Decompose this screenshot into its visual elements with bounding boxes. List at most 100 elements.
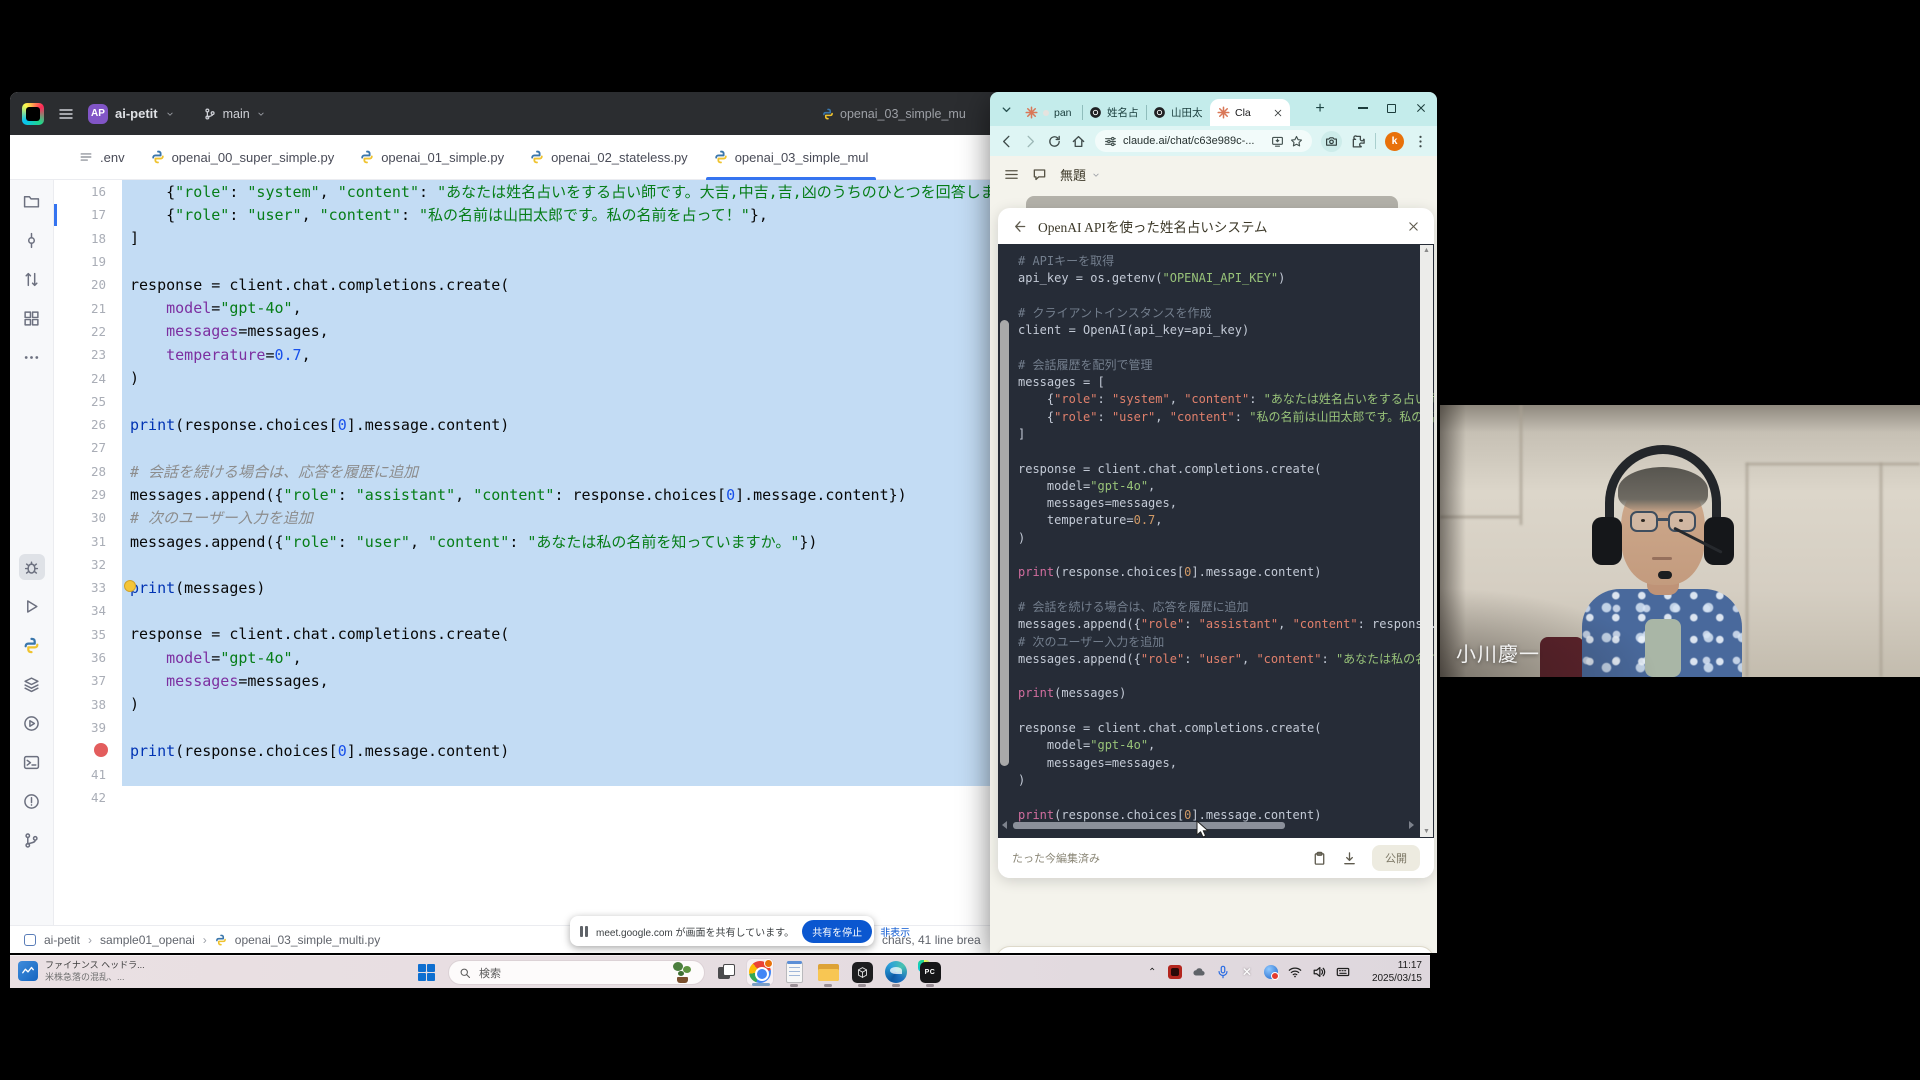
- activity-commit-icon[interactable]: [19, 227, 45, 253]
- activity-python-packages-icon[interactable]: [19, 632, 45, 658]
- profile-avatar[interactable]: k: [1385, 132, 1404, 151]
- browser-tab-山田太[interactable]: 山田太: [1146, 99, 1210, 126]
- chrome-menu-icon[interactable]: [1413, 134, 1428, 149]
- activity-plugins-icon[interactable]: [19, 305, 45, 331]
- vertical-scrollbar[interactable]: ▲▼: [1420, 245, 1433, 837]
- camera-access-indicator[interactable]: [1321, 131, 1342, 152]
- close-artifact-icon[interactable]: [1407, 220, 1420, 233]
- maximize-button[interactable]: [1387, 104, 1396, 113]
- sidebar-menu-icon[interactable]: [1004, 167, 1019, 182]
- back-icon[interactable]: [1012, 219, 1027, 234]
- editor-tab-openai_03_simple_mul[interactable]: openai_03_simple_mul: [701, 135, 882, 179]
- activity-run-icon[interactable]: [19, 593, 45, 619]
- tray-wifi-icon[interactable]: [1287, 965, 1302, 980]
- taskbar-edge-icon[interactable]: [882, 958, 910, 986]
- artifact-code-line: [1018, 339, 1434, 356]
- activity-more-icon[interactable]: [19, 344, 45, 370]
- tray-onedrive-icon[interactable]: [1191, 965, 1206, 980]
- tray-mic-icon[interactable]: [1215, 965, 1230, 980]
- activity-problems-icon[interactable]: [19, 788, 45, 814]
- main-menu-icon[interactable]: [58, 106, 74, 122]
- browser-tab-Cla[interactable]: Cla: [1210, 99, 1290, 126]
- project-selector[interactable]: AP ai-petit: [88, 104, 175, 124]
- breadcrumb-item[interactable]: sample01_openai: [100, 933, 195, 947]
- taskbar-tool-box-icon[interactable]: [848, 958, 876, 986]
- chat-icon[interactable]: [1032, 167, 1047, 182]
- artifact-code-line: {"role": "system", "content": "あなたは姓名占いを…: [1018, 391, 1434, 408]
- scroll-right-arrow[interactable]: [1409, 821, 1414, 829]
- artifact-panel: OpenAI APIを使った姓名占いシステム # APIキーを取得api_key…: [998, 208, 1434, 878]
- activity-run-circle-icon[interactable]: [19, 710, 45, 736]
- breakpoint-dot[interactable]: [94, 743, 108, 757]
- forward-button[interactable]: [1023, 134, 1038, 149]
- browser-tab-姓名占[interactable]: 姓名占: [1082, 99, 1146, 126]
- back-button[interactable]: [999, 134, 1014, 149]
- activity-pull-requests-icon[interactable]: [19, 266, 45, 292]
- stop-sharing-button[interactable]: 共有を停止: [802, 920, 872, 943]
- tray-sphere-icon[interactable]: [1263, 965, 1278, 980]
- reload-button[interactable]: [1047, 134, 1062, 149]
- artifact-header: OpenAI APIを使った姓名占いシステム: [998, 208, 1434, 244]
- artifact-code-block[interactable]: # APIキーを取得api_key = os.getenv("OPENAI_AP…: [998, 244, 1434, 838]
- install-page-icon[interactable]: [1271, 135, 1284, 148]
- close-tab-icon[interactable]: [1273, 108, 1283, 118]
- branch-selector[interactable]: main: [203, 107, 266, 121]
- intention-bulb-icon[interactable]: [124, 580, 136, 592]
- activity-services-icon[interactable]: [19, 671, 45, 697]
- activity-project-icon[interactable]: [19, 188, 45, 214]
- new-tab-button[interactable]: +: [1310, 99, 1330, 119]
- tray-volume-icon[interactable]: [1311, 965, 1326, 980]
- activity-version-control-icon[interactable]: [19, 827, 45, 853]
- chevron-down-icon: [165, 109, 175, 119]
- claude-favicon: [1025, 106, 1038, 119]
- taskbar-chrome-icon[interactable]: [746, 958, 774, 986]
- site-settings-icon[interactable]: [1104, 135, 1117, 148]
- editor-tab-.env[interactable]: .env: [66, 135, 138, 179]
- taskbar-task-view-icon[interactable]: [712, 958, 740, 986]
- vertical-scrollbar-thumb[interactable]: [1000, 320, 1009, 766]
- tray-ime-icon[interactable]: [1335, 965, 1350, 980]
- tab-search-button[interactable]: [999, 102, 1014, 117]
- activity-terminal-icon[interactable]: [19, 749, 45, 775]
- scroll-left-arrow[interactable]: [1002, 821, 1007, 829]
- activity-debug-icon[interactable]: [19, 554, 45, 580]
- clock-time: 11:17: [1372, 959, 1422, 972]
- editor-tab-openai_00_super_simple.py[interactable]: openai_00_super_simple.py: [138, 135, 348, 179]
- taskbar-notepad-icon[interactable]: [780, 958, 808, 986]
- close-button[interactable]: [1415, 102, 1427, 114]
- taskbar-explorer-icon[interactable]: [814, 958, 842, 986]
- bookmark-icon[interactable]: [1290, 135, 1303, 148]
- edited-status: たった今編集済み: [1012, 850, 1100, 866]
- taskbar-clock[interactable]: 11:17 2025/03/15: [1372, 959, 1422, 985]
- horizontal-scrollbar-thumb[interactable]: [1013, 822, 1285, 829]
- browser-tab-pan[interactable]: pan: [1018, 99, 1082, 126]
- tray-overflow-icon[interactable]: ⌃: [1148, 967, 1156, 978]
- minimize-button[interactable]: [1358, 107, 1368, 108]
- taskbar-search[interactable]: 検索: [448, 960, 705, 985]
- artifact-code-line: # 会話履歴を配列で管理: [1018, 357, 1434, 374]
- conversation-title[interactable]: 無題: [1060, 165, 1101, 184]
- artifact-code-line: [1018, 789, 1434, 806]
- artifact-code-line: [1018, 547, 1434, 564]
- breadcrumb-item[interactable]: openai_03_simple_multi.py: [235, 933, 380, 947]
- hide-toast-link[interactable]: 非表示: [880, 924, 910, 939]
- tray-meet-rec-icon[interactable]: [1167, 965, 1182, 980]
- tray-close-icon[interactable]: ✕: [1239, 965, 1254, 980]
- artifact-code-line: [1018, 668, 1434, 685]
- address-bar[interactable]: claude.ai/chat/c63e989c-...: [1095, 130, 1312, 152]
- home-button[interactable]: [1071, 134, 1086, 149]
- start-button[interactable]: [418, 964, 435, 981]
- breadcrumb-item[interactable]: ai-petit: [44, 933, 80, 947]
- message-input[interactable]: Claudeに返信... Claude 3.7 Sonnet スタイルを選択: [996, 946, 1434, 953]
- python-icon: [530, 150, 544, 164]
- artifact-code-line: [1018, 703, 1434, 720]
- editor-tab-openai_02_stateless.py[interactable]: openai_02_stateless.py: [517, 135, 701, 179]
- download-icon[interactable]: [1342, 851, 1357, 866]
- publish-button[interactable]: 公開: [1372, 845, 1420, 871]
- widgets-button[interactable]: ファイナンス ヘッドラ... 米株急落の混乱、...: [18, 959, 145, 983]
- editor-tab-openai_01_simple.py[interactable]: openai_01_simple.py: [347, 135, 517, 179]
- copy-icon[interactable]: [1312, 851, 1327, 866]
- extensions-icon[interactable]: [1351, 134, 1366, 149]
- taskbar-pycharm-icon[interactable]: PC: [916, 958, 944, 986]
- artifact-code-line: model="gpt-4o",: [1018, 737, 1434, 754]
